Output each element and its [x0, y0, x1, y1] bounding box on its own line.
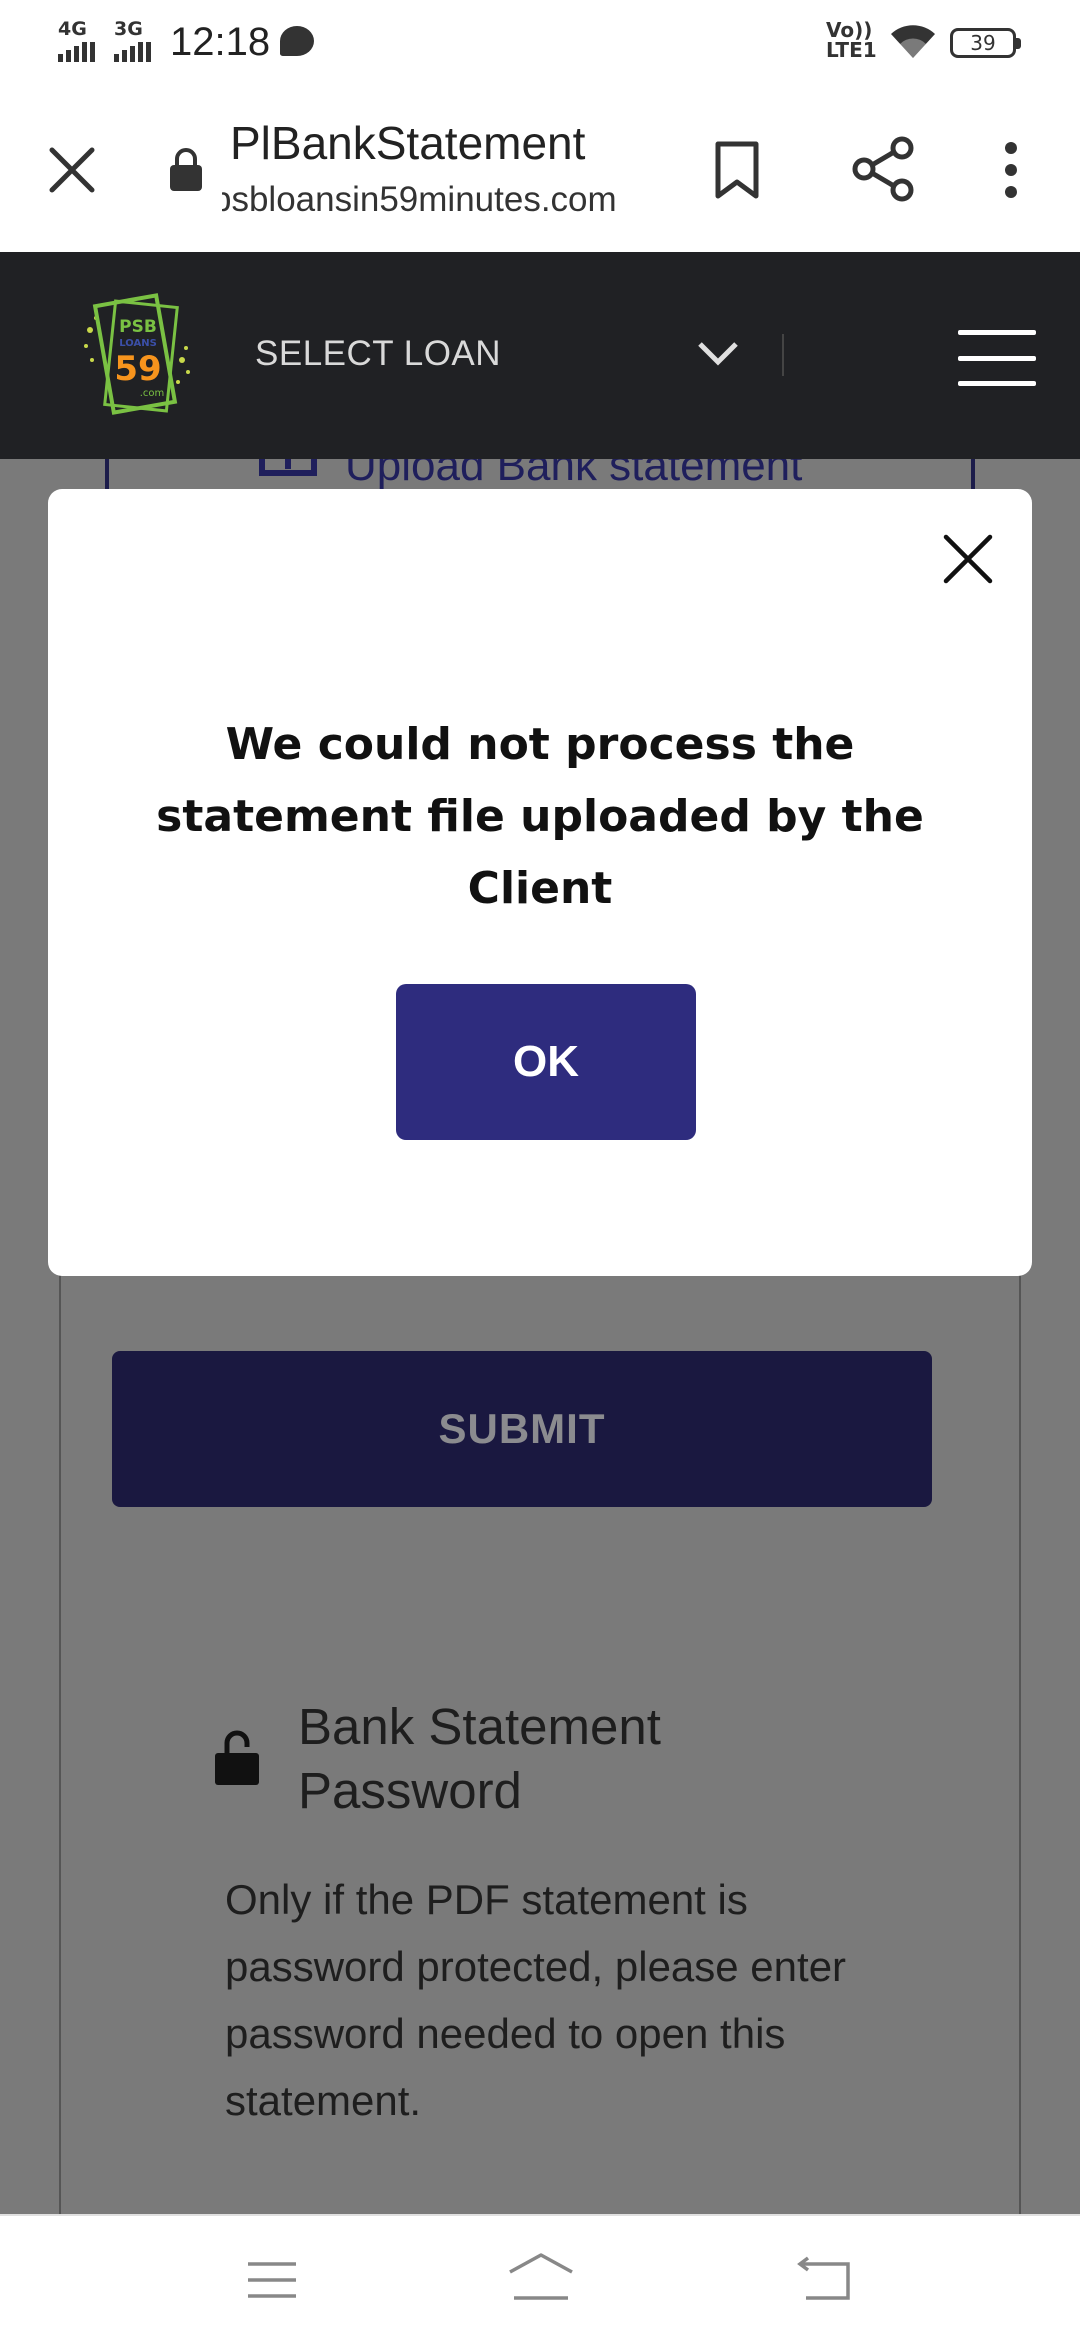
- lock-icon[interactable]: [168, 146, 204, 192]
- password-section-description: Only if the PDF statement is password pr…: [225, 1876, 847, 2124]
- upload-bank-statement-label: Upload Bank statement: [345, 459, 803, 490]
- select-loan-dropdown[interactable]: SELECT LOAN: [255, 334, 501, 374]
- share-icon[interactable]: [852, 136, 914, 202]
- hamburger-menu-icon[interactable]: [958, 330, 1036, 386]
- logo-number: 59: [114, 349, 161, 389]
- unlock-icon: [215, 1730, 259, 1785]
- system-navigation-bar: [0, 2214, 1080, 2340]
- network-type-2: 3G: [114, 18, 143, 40]
- back-icon[interactable]: [796, 2256, 852, 2302]
- header-divider: [782, 334, 784, 376]
- error-message: We could not process the statement file …: [156, 719, 924, 914]
- home-icon[interactable]: [506, 2252, 576, 2302]
- signal-icon-2: [114, 42, 151, 62]
- message-notification-icon: [280, 26, 314, 56]
- logo-text-mid: LOANS: [119, 338, 157, 349]
- close-icon[interactable]: [942, 533, 994, 585]
- upload-icon: [259, 459, 317, 476]
- submit-button[interactable]: SUBMIT: [112, 1351, 932, 1507]
- psb-loans-logo[interactable]: PSB LOANS 59 .com: [82, 290, 194, 420]
- battery-icon: 39: [950, 28, 1021, 58]
- close-icon[interactable]: [44, 142, 100, 198]
- url-text[interactable]: psbloansin59minutes.com: [222, 180, 642, 220]
- ok-button[interactable]: OK: [396, 984, 696, 1140]
- logo-text-bottom: .com: [140, 388, 165, 399]
- volte-line-2: LTE1: [826, 38, 877, 62]
- page-title[interactable]: PlBankStatement: [230, 116, 585, 170]
- logo-text-top: PSB: [119, 317, 157, 337]
- site-header: PSB LOANS 59 .com SELECT LOAN: [0, 252, 1080, 459]
- volte-line-1: Vo)): [826, 18, 873, 42]
- network-type-1: 4G: [58, 18, 87, 40]
- signal-icon-1: [58, 42, 95, 62]
- menu-icon[interactable]: [246, 2260, 298, 2300]
- chevron-down-icon[interactable]: [696, 338, 740, 368]
- browser-toolbar: PlBankStatement psbloansin59minutes.com: [0, 84, 1080, 252]
- clock: 12:18: [170, 20, 271, 64]
- status-bar: 4G 3G 12:18 Vo)) LTE1 39: [0, 0, 1080, 84]
- password-section-title: Bank Statement Password: [298, 1698, 661, 1819]
- more-vert-icon[interactable]: [1000, 140, 1022, 200]
- wifi-icon: [891, 25, 935, 58]
- volte-indicator: Vo)) LTE1: [826, 20, 877, 60]
- error-dialog: We could not process the statement file …: [48, 489, 1032, 1276]
- bookmark-icon[interactable]: [712, 140, 762, 200]
